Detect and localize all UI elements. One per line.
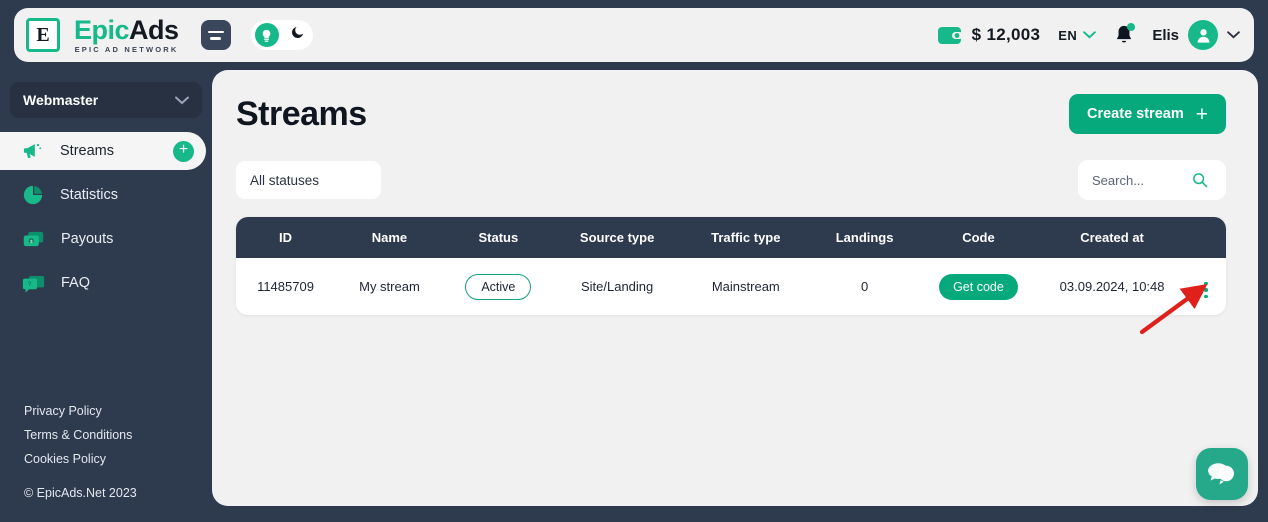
sidebar-item-label: Statistics — [60, 187, 119, 203]
cell-source-type: Site/Landing — [552, 258, 682, 315]
create-stream-button[interactable]: Create stream + — [1069, 94, 1226, 134]
logo-epic-text: Epic — [74, 14, 130, 45]
plus-icon: + — [1195, 102, 1208, 126]
menu-line-2 — [210, 37, 222, 40]
pie-chart-icon — [23, 185, 43, 205]
status-filter-select[interactable]: All statuses — [236, 161, 381, 199]
role-label: Webmaster — [23, 92, 99, 108]
create-stream-label: Create stream — [1087, 106, 1184, 122]
svg-text:?: ? — [28, 281, 32, 288]
column-header-traffic-type: Traffic type — [711, 230, 781, 245]
table-body: 11485709 My stream Active Site/Landing M… — [236, 258, 1226, 315]
notifications-button[interactable] — [1114, 23, 1136, 46]
add-stream-badge-button[interactable]: + — [173, 140, 194, 162]
cell-actions — [1186, 258, 1226, 315]
logo-ads-text: Ads — [129, 14, 179, 45]
column-header-name: Name — [371, 230, 408, 245]
streams-table: ID Name Status Source type Traffic type … — [236, 217, 1226, 315]
chat-bubble-icon — [1208, 463, 1234, 485]
column-header-landings: Landings — [835, 230, 894, 245]
filters-row: All statuses — [236, 160, 1226, 200]
user-menu[interactable]: Elis — [1152, 20, 1240, 50]
chevron-down-icon — [175, 96, 189, 104]
sidebar-nav: Streams + Statistics $ Payouts ? FAQ — [0, 132, 212, 302]
header-left-group: E EpicAds EPIC AD NETWORK — [26, 14, 313, 54]
chat-widget-button[interactable] — [1196, 448, 1248, 500]
page-title: Streams — [236, 94, 367, 133]
kebab-dot-2 — [1204, 288, 1208, 292]
sidebar-item-payouts[interactable]: $ Payouts — [0, 220, 212, 258]
moon-icon — [290, 25, 305, 45]
page-header: Streams Create stream + — [236, 94, 1226, 134]
header-right-group: $ 12,003 EN Elis — [937, 20, 1240, 50]
wallet-icon — [937, 27, 963, 44]
column-header-created-at: Created at — [1080, 230, 1144, 245]
megaphone-icon — [23, 144, 42, 159]
search-box[interactable] — [1078, 160, 1226, 200]
kebab-menu-icon[interactable] — [1198, 280, 1214, 301]
logo-word-row: EpicAds — [74, 14, 179, 45]
hamburger-menu-icon[interactable] — [200, 20, 231, 50]
column-header-source-type: Source type — [579, 230, 655, 245]
status-filter-value: All statuses — [250, 172, 320, 188]
logo-tagline: EPIC AD NETWORK — [74, 44, 179, 54]
copyright-text: © EpicAds.Net 2023 — [24, 486, 137, 500]
language-label: EN — [1058, 27, 1078, 43]
column-header-id: ID — [279, 230, 292, 245]
footer-link-terms-conditions[interactable]: Terms & Conditions — [24, 428, 212, 442]
table-header-row: ID Name Status Source type Traffic type … — [236, 217, 1226, 258]
balance-widget[interactable]: $ 12,003 — [937, 24, 1041, 46]
menu-line-1 — [207, 30, 224, 33]
theme-toggle[interactable] — [250, 20, 313, 50]
logo-mark-icon[interactable]: E — [26, 18, 60, 52]
svg-text:$: $ — [30, 239, 33, 245]
column-header-status: Status — [478, 230, 519, 245]
logo-wordmark[interactable]: EpicAds EPIC AD NETWORK — [74, 14, 179, 54]
get-code-button[interactable]: Get code — [939, 273, 1018, 300]
lightbulb-icon — [254, 23, 279, 47]
chevron-down-icon — [1083, 31, 1097, 39]
user-avatar-icon — [1188, 20, 1218, 50]
sidebar-item-label: FAQ — [61, 275, 91, 291]
footer-link-privacy-policy[interactable]: Privacy Policy — [24, 404, 212, 418]
sidebar-item-streams[interactable]: Streams + — [0, 132, 206, 170]
cell-code: Get code — [919, 258, 1038, 315]
sidebar-item-label: Payouts — [61, 231, 114, 247]
sidebar-item-faq[interactable]: ? FAQ — [0, 264, 212, 302]
money-icon: $ — [23, 231, 44, 247]
kebab-dot-1 — [1204, 281, 1208, 285]
question-chat-icon: ? — [22, 275, 45, 293]
kebab-dot-3 — [1204, 294, 1208, 298]
cell-status: Active — [443, 258, 553, 315]
sidebar-item-statistics[interactable]: Statistics — [0, 176, 212, 214]
status-badge: Active — [465, 273, 532, 300]
logo-initial: E — [36, 23, 50, 46]
balance-amount: $ 12,003 — [971, 25, 1041, 44]
sidebar-footer: Privacy Policy Terms & Conditions Cookie… — [0, 404, 212, 522]
top-header: E EpicAds EPIC AD NETWORK $ 12,003 EN El… — [14, 8, 1254, 62]
cell-traffic-type: Mainstream — [681, 258, 811, 315]
sidebar-item-label: Streams — [60, 143, 114, 159]
chevron-down-icon — [1227, 31, 1240, 39]
column-header-actions — [1186, 217, 1226, 258]
table-row[interactable]: 11485709 My stream Active Site/Landing M… — [236, 258, 1226, 315]
streams-table-card: ID Name Status Source type Traffic type … — [236, 217, 1226, 315]
cell-created-at: 03.09.2024, 10:48 — [1037, 258, 1187, 315]
table-head: ID Name Status Source type Traffic type … — [236, 217, 1226, 258]
cell-name: My stream — [335, 258, 444, 315]
cell-landings: 0 — [810, 258, 920, 315]
search-icon — [1193, 173, 1208, 188]
user-name-label: Elis — [1152, 26, 1179, 44]
cell-id: 11485709 — [236, 258, 335, 315]
footer-link-cookies-policy[interactable]: Cookies Policy — [24, 452, 212, 466]
search-input[interactable] — [1092, 172, 1184, 188]
sidebar: Webmaster Streams + Statistics $ Payouts… — [0, 70, 212, 522]
main-content: Streams Create stream + All statuses Sea… — [212, 70, 1258, 506]
column-header-code: Code — [962, 230, 995, 245]
app-root: E EpicAds EPIC AD NETWORK $ 12,003 EN El… — [0, 0, 1268, 522]
role-selector[interactable]: Webmaster — [10, 82, 202, 118]
language-selector[interactable]: EN — [1058, 27, 1097, 43]
